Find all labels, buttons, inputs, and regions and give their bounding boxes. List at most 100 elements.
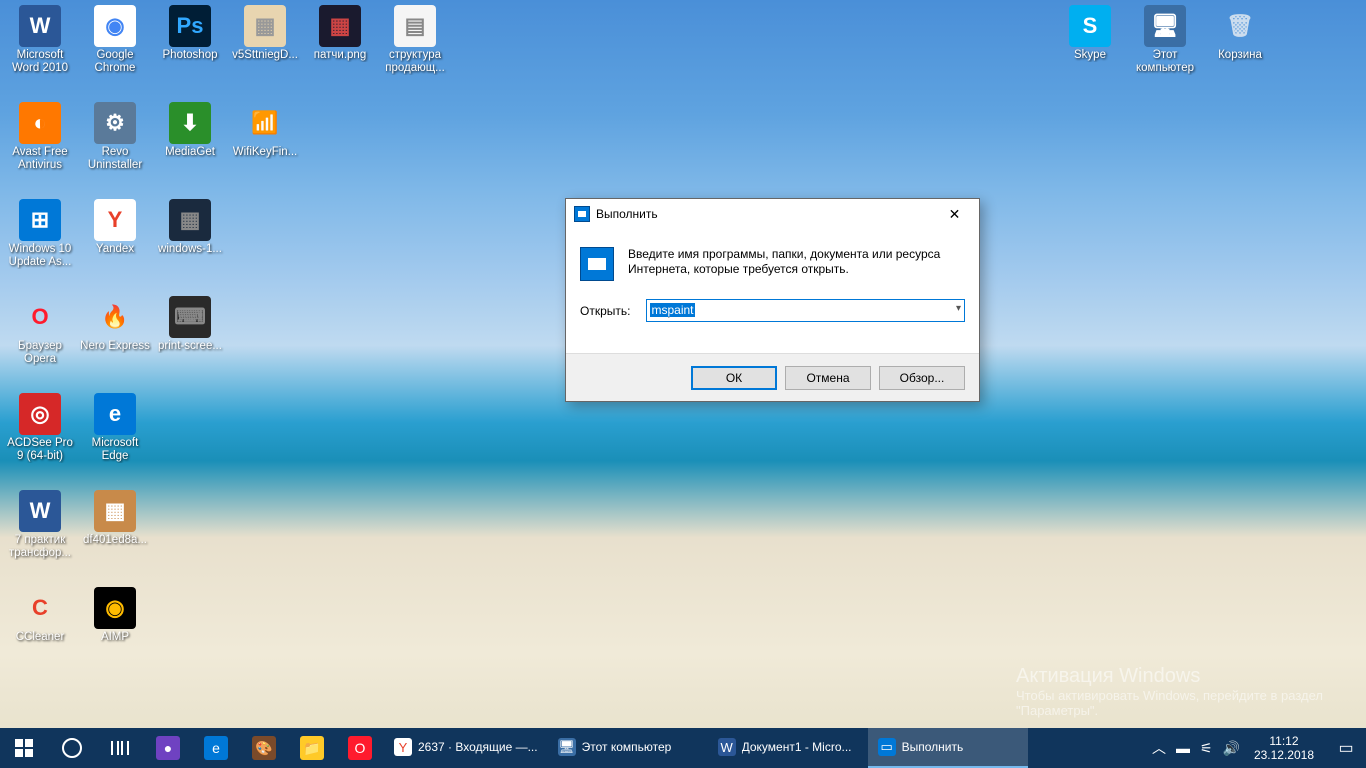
- paint-pin-icon: 🎨: [252, 736, 276, 760]
- doc7-icon: W: [19, 490, 61, 532]
- pinned-apps: ●e 🎨 📁 O: [144, 728, 384, 768]
- windows-icon: [15, 739, 33, 757]
- desktop-icon-word[interactable]: WMicrosoft Word 2010: [3, 3, 77, 75]
- pinned-paint-pin[interactable]: 🎨: [240, 728, 288, 768]
- icon-label: Skype: [1053, 49, 1127, 62]
- watermark-subtitle: Чтобы активировать Windows, перейдите в …: [1016, 688, 1356, 718]
- start-button[interactable]: [0, 728, 48, 768]
- desktop-icon-skype[interactable]: S Skype: [1053, 3, 1127, 62]
- word-task-icon: W: [718, 738, 736, 756]
- icon-label: Revo Uninstaller: [78, 146, 152, 172]
- skype-icon: S: [1069, 5, 1111, 47]
- cortana-icon: [62, 738, 82, 758]
- search-button[interactable]: [48, 728, 96, 768]
- watermark-title: Активация Windows: [1016, 665, 1356, 688]
- desktop: WMicrosoft Word 2010◉Google ChromePsPhot…: [0, 0, 1366, 768]
- task-run-task[interactable]: ▭Выполнить: [868, 728, 1028, 768]
- desktop-icon-nero[interactable]: 🔥Nero Express: [78, 294, 152, 353]
- run-titlebar[interactable]: Выполнить ✕: [566, 199, 979, 229]
- battery-icon[interactable]: ▬: [1176, 740, 1190, 756]
- pinned-cortana-orb[interactable]: ●: [144, 728, 192, 768]
- desktop-icon-img1[interactable]: ▦v5SttniegD...: [228, 3, 302, 62]
- thispc-icon: 🖥: [1144, 5, 1186, 47]
- ccleaner-icon: C: [19, 587, 61, 629]
- icon-label: Microsoft Edge: [78, 437, 152, 463]
- wifikey-icon: 📶: [244, 102, 286, 144]
- tray-chevron-icon[interactable]: ︿: [1152, 738, 1166, 758]
- desktop-icon-img2[interactable]: ▦патчи.png: [303, 3, 377, 62]
- task-yandex-mail[interactable]: Y 2637 · Входящие —...: [384, 728, 548, 768]
- yandex-mail-icon: Y: [394, 738, 412, 756]
- open-input-selection: mspaint: [650, 303, 694, 317]
- cancel-button[interactable]: Отмена: [785, 366, 871, 390]
- open-label: Открыть:: [580, 304, 630, 318]
- desktop-icon-winupdate[interactable]: ⊞Windows 10 Update As...: [3, 197, 77, 269]
- opera-icon: O: [19, 296, 61, 338]
- icon-label: Корзина: [1203, 49, 1277, 62]
- desktop-icon-thispc[interactable]: 🖥Этот компьютер: [1128, 3, 1202, 75]
- thispc-task-icon: 🖥: [558, 738, 576, 756]
- task-view-button[interactable]: [96, 728, 144, 768]
- desktop-icon-ccleaner[interactable]: C CCleaner: [3, 585, 77, 644]
- notification-icon: ▭: [1338, 738, 1353, 758]
- system-tray: ︿ ▬ ⚟ 🔊 11:12 23.12.2018: [1144, 728, 1326, 768]
- desktop-icon-aimp[interactable]: ◉AIMP: [78, 585, 152, 644]
- browse-button[interactable]: Обзор...: [879, 366, 965, 390]
- desktop-icon-avast[interactable]: ◐Avast Free Antivirus: [3, 100, 77, 172]
- desktop-icon-revo[interactable]: ⚙Revo Uninstaller: [78, 100, 152, 172]
- desktop-icon-mediaget[interactable]: ⬇MediaGet: [153, 100, 227, 159]
- desktop-icon-edge[interactable]: eMicrosoft Edge: [78, 391, 152, 463]
- desktop-icon-photoshop[interactable]: PsPhotoshop: [153, 3, 227, 62]
- word-icon: W: [19, 5, 61, 47]
- icon-label: 7 практик трансфор...: [3, 534, 77, 560]
- photoshop-icon: Ps: [169, 5, 211, 47]
- icon-label: WifiKeyFin...: [228, 146, 302, 159]
- open-windows: Y 2637 · Входящие —... 🖥Этот компьютер W Док…: [384, 728, 1028, 768]
- pinned-opera-pin[interactable]: O: [336, 728, 384, 768]
- clock[interactable]: 11:12 23.12.2018: [1250, 734, 1318, 762]
- run-dialog: Выполнить ✕ Введите имя программы, папки…: [565, 198, 980, 402]
- icon-label: CCleaner: [3, 631, 77, 644]
- df401-icon: ▦: [94, 490, 136, 532]
- task-label: Документ1 - Micro...: [742, 740, 852, 754]
- run-body: Введите имя программы, папки, документа …: [566, 229, 979, 322]
- icon-label: windows-1...: [153, 243, 227, 256]
- activation-watermark: Активация Windows Чтобы активировать Win…: [1016, 665, 1356, 718]
- icon-label: Microsoft Word 2010: [3, 49, 77, 75]
- run-icon: [574, 206, 590, 222]
- printscreen-icon: ⌨: [169, 296, 211, 338]
- desktop-icon-recycle[interactable]: 🗑Корзина: [1203, 3, 1277, 62]
- winsnap-icon: ▦: [169, 199, 211, 241]
- close-button[interactable]: ✕: [932, 200, 977, 228]
- wifi-icon[interactable]: ⚟: [1200, 740, 1213, 757]
- img3-icon: ▤: [394, 5, 436, 47]
- task-thispc-task[interactable]: 🖥Этот компьютер: [548, 728, 708, 768]
- desktop-icon-doc7[interactable]: W7 практик трансфор...: [3, 488, 77, 560]
- run-large-icon: [580, 247, 614, 281]
- clock-date: 23.12.2018: [1254, 748, 1314, 762]
- action-center-button[interactable]: ▭: [1326, 728, 1366, 768]
- task-word-task[interactable]: W Документ1 - Micro...: [708, 728, 868, 768]
- desktop-icon-yandex[interactable]: YYandex: [78, 197, 152, 256]
- img2-icon: ▦: [319, 5, 361, 47]
- pinned-explorer-pin[interactable]: 📁: [288, 728, 336, 768]
- volume-icon[interactable]: 🔊: [1223, 740, 1240, 757]
- desktop-icon-img3[interactable]: ▤структура продающ...: [378, 3, 452, 75]
- desktop-icon-chrome[interactable]: ◉Google Chrome: [78, 3, 152, 75]
- icon-label: print-scree...: [153, 340, 227, 353]
- icon-label: ACDSee Pro 9 (64-bit): [3, 437, 77, 463]
- explorer-pin-icon: 📁: [300, 736, 324, 760]
- desktop-icon-opera[interactable]: OБраузер Opera: [3, 294, 77, 366]
- task-label: 2637 · Входящие —...: [418, 740, 538, 754]
- task-label: Выполнить: [902, 740, 964, 754]
- desktop-icon-acdsee[interactable]: ◎ACDSee Pro 9 (64-bit): [3, 391, 77, 463]
- icon-label: Этот компьютер: [1128, 49, 1202, 75]
- desktop-icon-printscreen[interactable]: ⌨ print-scree...: [153, 294, 227, 353]
- icon-label: Google Chrome: [78, 49, 152, 75]
- desktop-icon-winsnap[interactable]: ▦ windows-1...: [153, 197, 227, 256]
- pinned-edge-pin[interactable]: e: [192, 728, 240, 768]
- desktop-icon-wifikey[interactable]: 📶 WifiKeyFin...: [228, 100, 302, 159]
- clock-time: 11:12: [1254, 734, 1314, 748]
- desktop-icon-df401[interactable]: ▦df401ed8a...: [78, 488, 152, 547]
- ok-button[interactable]: ОК: [691, 366, 777, 390]
